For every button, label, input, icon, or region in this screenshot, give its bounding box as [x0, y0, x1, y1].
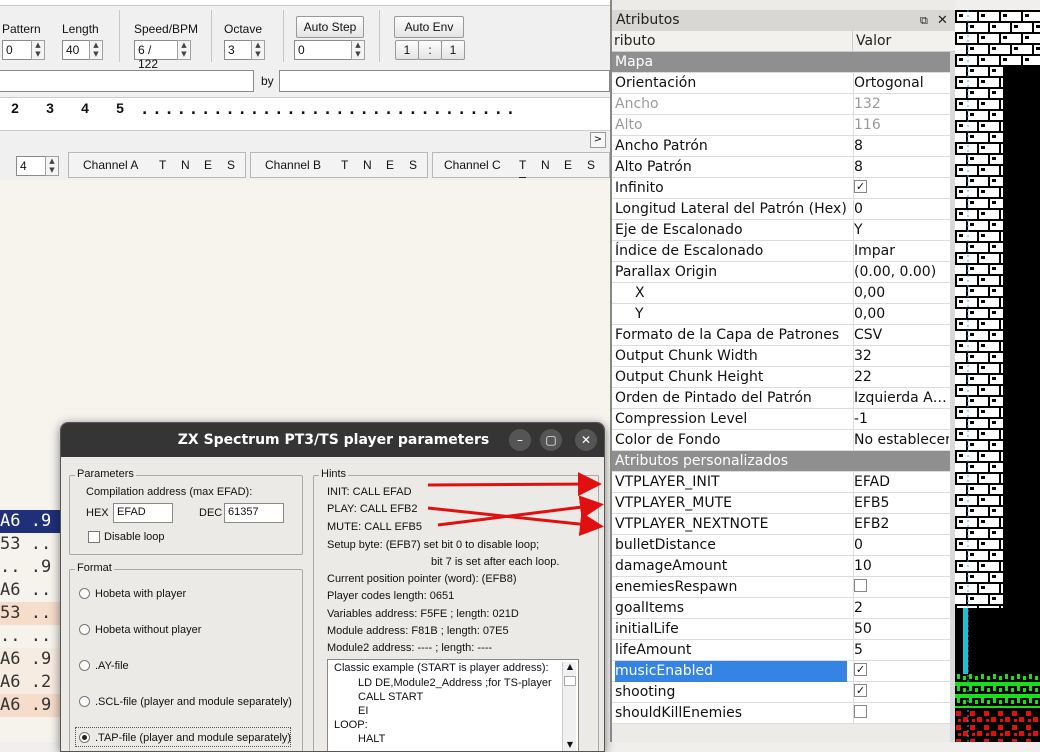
arrow-init [427, 472, 602, 497]
annotation-arrows [427, 472, 604, 537]
